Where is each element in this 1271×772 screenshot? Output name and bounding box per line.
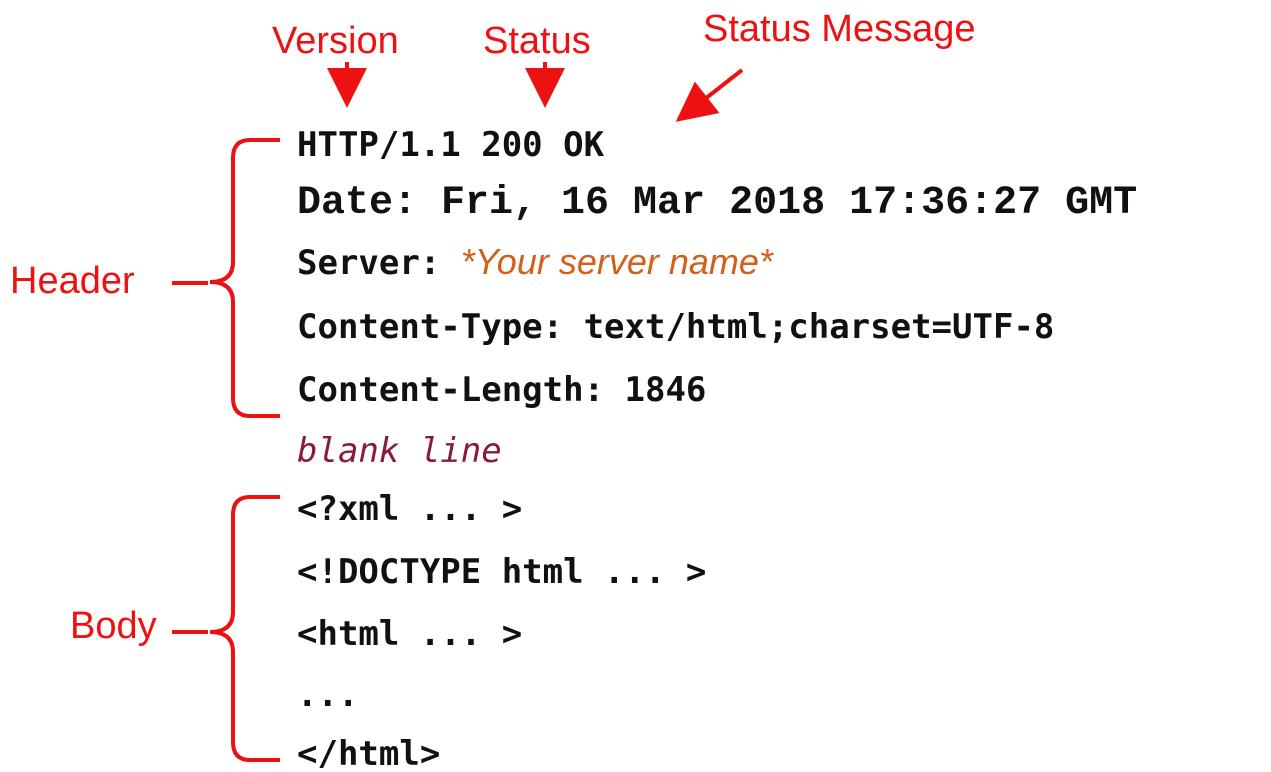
- body-line: <!DOCTYPE html ... >: [297, 552, 707, 592]
- status-line: HTTP/1.1 200 OK: [297, 125, 605, 165]
- body-line: <html ... >: [297, 614, 523, 654]
- body-line: ...: [297, 675, 359, 715]
- header-brace: [209, 138, 280, 418]
- version-label: Version: [272, 20, 399, 62]
- body-line: </html>: [297, 734, 441, 772]
- server-line: Server: *Your server name*: [297, 241, 773, 283]
- body-line: <?xml ... >: [297, 489, 523, 529]
- body-brace: [209, 495, 280, 762]
- content-length-line: Content-Length: 1846: [297, 370, 707, 410]
- http-response-diagram: Version Status Status Message Header Bod…: [0, 0, 1271, 772]
- server-value: *Your server name*: [460, 241, 773, 282]
- body-label: Body: [70, 605, 157, 647]
- server-label: Server:: [297, 243, 461, 283]
- status-message-label: Status Message: [703, 8, 976, 50]
- status-label: Status: [483, 20, 591, 62]
- status-message-arrow: [675, 68, 744, 122]
- date-line: Date: Fri, 16 Mar 2018 17:36:27 GMT: [297, 181, 1138, 226]
- header-label: Header: [10, 260, 135, 302]
- blank-line: blank line: [297, 431, 502, 471]
- content-type-line: Content-Type: text/html;charset=UTF-8: [297, 307, 1055, 347]
